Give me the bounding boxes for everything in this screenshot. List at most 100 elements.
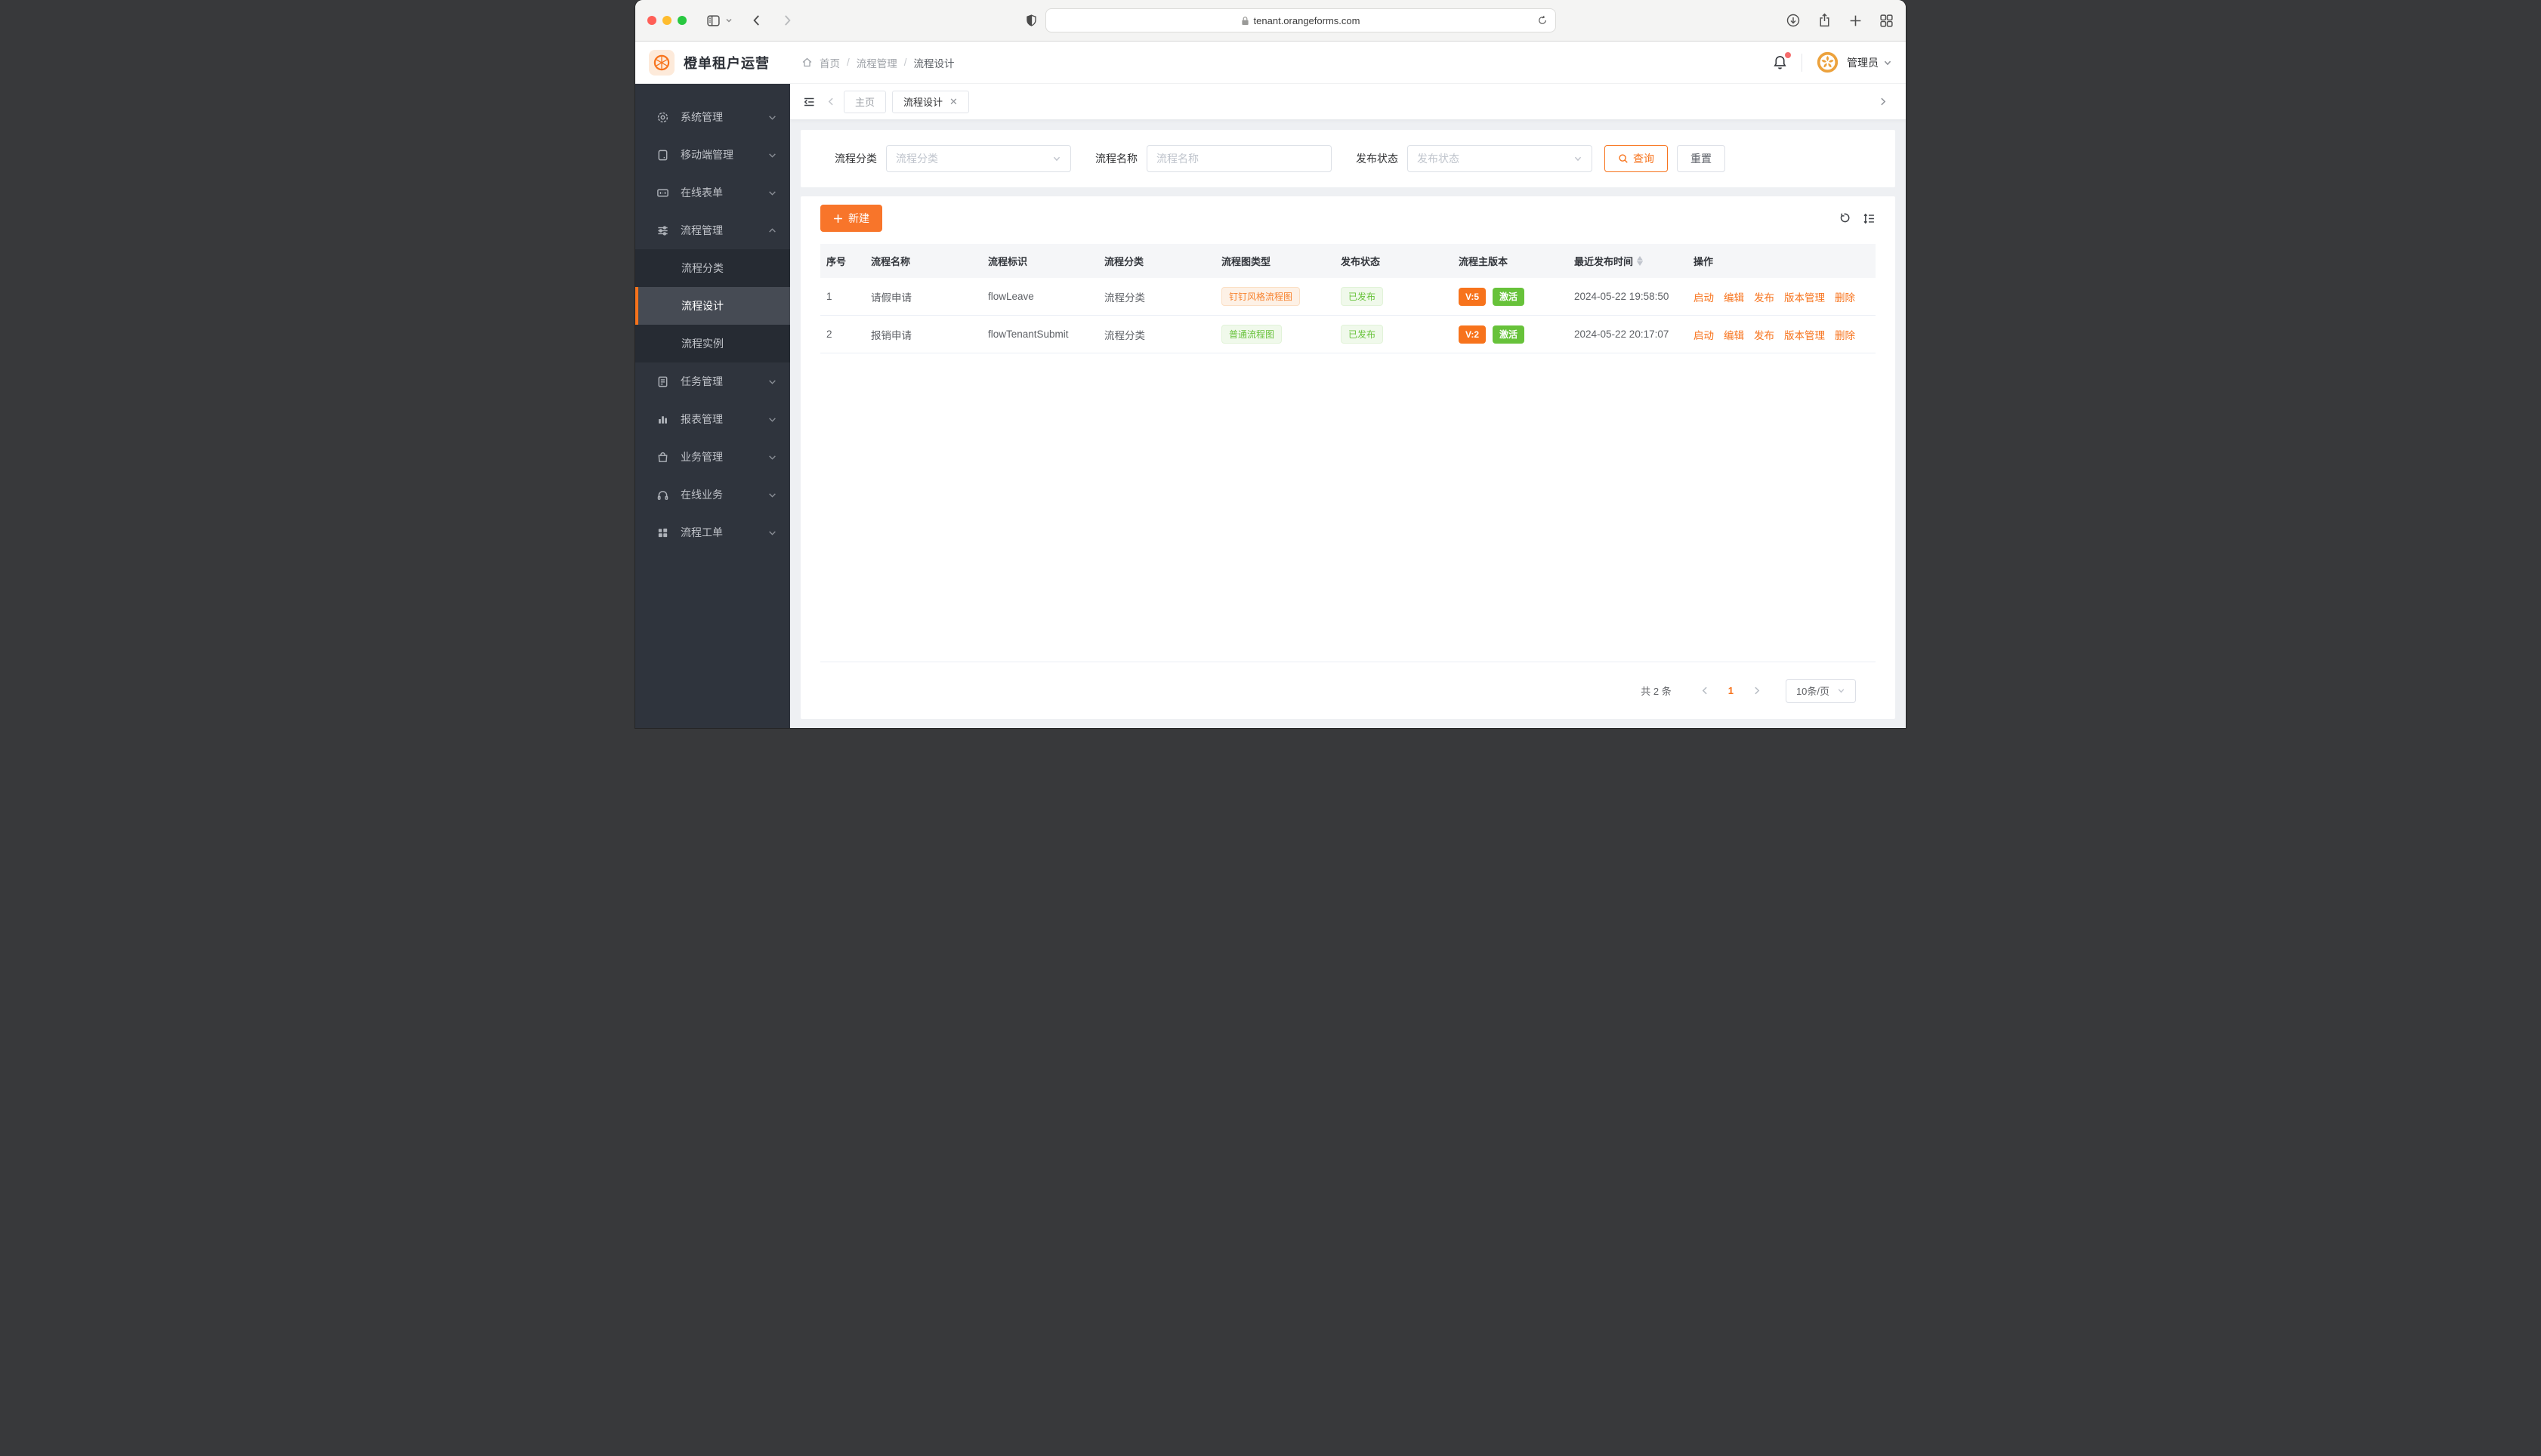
sidebar-item-online-form[interactable]: 在线表单 [635, 174, 790, 211]
privacy-shield-icon[interactable] [1025, 14, 1038, 28]
home-icon[interactable] [801, 57, 813, 68]
downloads-icon[interactable] [1786, 13, 1801, 28]
search-icon [1618, 153, 1629, 164]
sidebar-item-online-business[interactable]: 在线业务 [635, 476, 790, 514]
breadcrumb-home[interactable]: 首页 [820, 55, 840, 70]
delete-action[interactable]: 删除 [1835, 289, 1855, 304]
browser-window: tenant.orangeforms.com 橙单租户运营 首页 / 流程管理 … [635, 0, 1906, 728]
new-tab-icon[interactable] [1848, 14, 1863, 28]
version-mgmt-action[interactable]: 版本管理 [1784, 327, 1825, 342]
version-tag: V:5 [1459, 287, 1487, 306]
edit-action[interactable]: 编辑 [1724, 289, 1744, 304]
publish-action[interactable]: 发布 [1754, 327, 1774, 342]
chevron-down-icon [768, 491, 777, 499]
app-header: 橙单租户运营 首页 / 流程管理 / 流程设计 管理员 [635, 42, 1906, 84]
tasks-icon [656, 375, 670, 388]
sidebar-item-flow-category[interactable]: 流程分类 [635, 249, 790, 287]
flow-name-cell: 请假申请 [871, 292, 912, 304]
pagination: 共 2 条 1 10条/页 [801, 662, 1895, 719]
edit-action[interactable]: 编辑 [1724, 327, 1744, 342]
table-row: 1 请假申请 flowLeave 流程分类 钉钉风格流程图 已发布 V:5 激活… [820, 278, 1876, 316]
publish-time-cell: 2024-05-22 19:58:50 [1574, 291, 1669, 302]
user-name[interactable]: 管理员 [1847, 55, 1879, 70]
close-window-button[interactable] [647, 16, 656, 25]
flow-key-cell: flowLeave [988, 291, 1034, 302]
sidebar: 系统管理 移动端管理 在线表单 流程管理 流程分类 流程设计 流程实例 任务管理… [635, 84, 790, 728]
row-density-icon[interactable] [1863, 212, 1876, 225]
sidebar-item-flow-design[interactable]: 流程设计 [635, 287, 790, 325]
user-menu-chevron-icon[interactable] [1883, 58, 1892, 67]
row-actions: 启动 编辑 发布 版本管理 删除 [1687, 327, 1876, 342]
sortable-header-publish-time[interactable]: 最近发布时间 [1568, 254, 1687, 268]
address-bar[interactable]: tenant.orangeforms.com [1045, 8, 1556, 32]
refresh-icon[interactable] [1838, 212, 1851, 225]
delete-action[interactable]: 删除 [1835, 327, 1855, 342]
flow-key-cell: flowTenantSubmit [988, 329, 1069, 340]
version-tag: V:2 [1459, 325, 1487, 344]
reload-icon[interactable] [1537, 15, 1548, 26]
version-mgmt-action[interactable]: 版本管理 [1784, 289, 1825, 304]
breadcrumb-flow-mgmt[interactable]: 流程管理 [857, 55, 897, 70]
start-action[interactable]: 启动 [1693, 289, 1714, 304]
next-page-icon[interactable] [1741, 686, 1772, 696]
start-action[interactable]: 启动 [1693, 327, 1714, 342]
sidebar-item-business-mgmt[interactable]: 业务管理 [635, 438, 790, 476]
mobile-icon [656, 149, 670, 162]
sidebar-item-report-mgmt[interactable]: 报表管理 [635, 400, 790, 438]
zoom-window-button[interactable] [678, 16, 687, 25]
notification-badge [1785, 52, 1791, 58]
share-icon[interactable] [1817, 13, 1832, 28]
close-tab-icon[interactable]: ✕ [949, 96, 958, 108]
plus-icon [833, 214, 843, 224]
tab-home[interactable]: 主页 [844, 90, 887, 113]
table-toolbar: 新建 [801, 196, 1895, 244]
shopping-bag-icon [656, 451, 670, 464]
avatar[interactable] [1816, 51, 1839, 74]
name-input-wrap [1147, 145, 1332, 172]
minimize-window-button[interactable] [662, 16, 672, 25]
page-number[interactable]: 1 [1721, 685, 1741, 696]
status-tag: 已发布 [1341, 287, 1384, 306]
table-header-row: 序号 流程名称 流程标识 流程分类 流程图类型 发布状态 流程主版本 最近发布时… [820, 244, 1876, 278]
browser-chrome: tenant.orangeforms.com [635, 0, 1906, 42]
publish-action[interactable]: 发布 [1754, 289, 1774, 304]
total-count: 共 2 条 [1641, 686, 1672, 697]
sidebar-dropdown-icon[interactable] [725, 17, 733, 24]
flow-type-tag: 钉钉风格流程图 [1221, 287, 1301, 306]
gear-icon [656, 111, 670, 124]
page-size-select[interactable]: 10条/页 [1786, 678, 1856, 703]
sidebar-item-mobile[interactable]: 移动端管理 [635, 136, 790, 174]
app-title: 橙单租户运营 [684, 55, 770, 71]
chevron-down-icon [768, 529, 777, 537]
url-text: tenant.orangeforms.com [1253, 14, 1360, 26]
main-content: 主页 流程设计 ✕ 流程分类 流程分类 流程名称 流程名称 发布状态 发布状态 … [790, 84, 1906, 728]
sort-caret-icon[interactable] [1637, 256, 1644, 266]
tab-overview-icon[interactable] [1879, 14, 1894, 28]
sidebar-item-task-mgmt[interactable]: 任务管理 [635, 362, 790, 400]
active-tag: 激活 [1493, 287, 1525, 306]
tabs-scroll-right-icon[interactable] [1878, 97, 1888, 106]
back-button[interactable] [749, 13, 764, 28]
tabs-scroll-left-icon[interactable] [826, 97, 836, 106]
flow-name-input[interactable] [1156, 153, 1322, 165]
sidebar-toggle-icon[interactable] [706, 14, 721, 28]
forward-button[interactable] [780, 13, 795, 28]
prev-page-icon[interactable] [1690, 686, 1721, 696]
sidebar-item-flow-instance[interactable]: 流程实例 [635, 325, 790, 362]
reset-button[interactable]: 重置 [1677, 145, 1725, 172]
sidebar-item-flow-ticket[interactable]: 流程工单 [635, 514, 790, 551]
flow-table-card: 新建 序号 流程名称 流程标识 流程分类 流程图类型 发布状态 流程主版本 最近… [801, 196, 1895, 719]
chevron-down-icon [768, 453, 777, 461]
notification-bell-icon[interactable] [1772, 52, 1791, 70]
chevron-up-icon [768, 227, 777, 235]
sidebar-item-system[interactable]: 系统管理 [635, 98, 790, 136]
flow-type-tag: 普通流程图 [1221, 325, 1283, 344]
status-select[interactable]: 发布状态 [1407, 145, 1592, 172]
tab-flow-design[interactable]: 流程设计 ✕ [892, 90, 969, 113]
create-button[interactable]: 新建 [820, 205, 882, 232]
query-button[interactable]: 查询 [1604, 145, 1668, 172]
category-select[interactable]: 流程分类 [886, 145, 1071, 172]
sidebar-item-flow-mgmt[interactable]: 流程管理 [635, 211, 790, 249]
sliders-icon [656, 224, 670, 237]
collapse-menu-icon[interactable] [802, 95, 816, 109]
